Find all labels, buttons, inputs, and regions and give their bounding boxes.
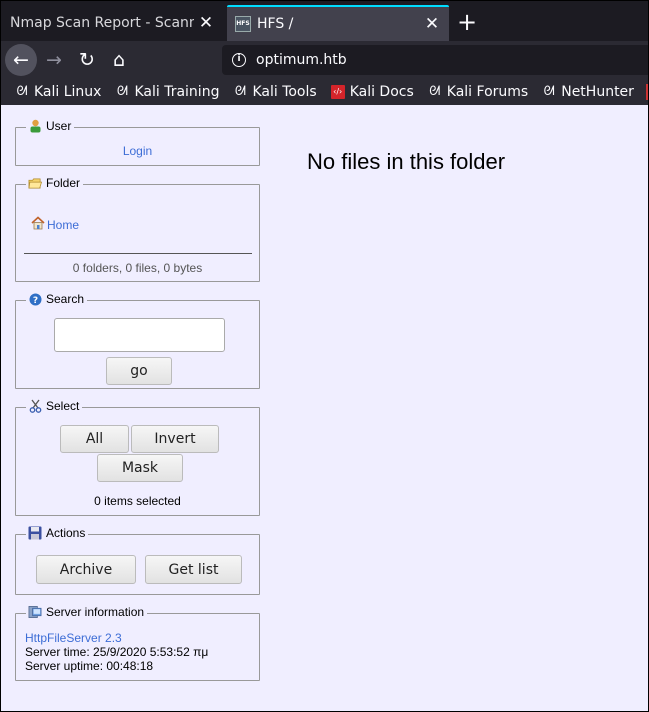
empty-folder-message: No files in this folder (307, 149, 506, 174)
kali-docs-icon: ‹/› (330, 85, 345, 99)
bookmark-kali-forums[interactable]: ᘛ Kali Forums (428, 84, 528, 100)
new-tab-button[interactable]: + (453, 7, 481, 39)
nav-bar: ← → ↻ ⌂ i optimum.htb (1, 41, 648, 79)
server-info-panel: Server information HttpFileServer 2.3 Se… (15, 605, 260, 681)
bookmarks-bar: ᘛ Kali Linux ᘛ Kali Training ᘛ Kali Tool… (1, 79, 648, 105)
tab-hfs[interactable]: HFS HFS / ✕ (227, 5, 449, 41)
search-legend-label: Search (46, 292, 85, 306)
bookmark-kali-training[interactable]: ᘛ Kali Training (115, 84, 220, 100)
svg-text:?: ? (32, 296, 37, 306)
search-legend: ? Search (26, 292, 88, 306)
kali-dragon-icon: ᘛ (429, 84, 441, 99)
mask-button[interactable]: Mask (97, 454, 183, 482)
server-legend-label: Server information (46, 605, 145, 619)
kali-dragon-icon: ᘛ (116, 84, 128, 99)
login-link[interactable]: Login (16, 144, 259, 158)
close-icon[interactable]: ✕ (194, 13, 218, 33)
actions-panel: Actions Archive Get list (15, 526, 260, 595)
tab-nmap-report[interactable]: Nmap Scan Report - Scanned at ✕ (1, 5, 223, 41)
forward-button[interactable]: → (38, 45, 70, 75)
bookmark-label: Kali Linux (34, 84, 102, 100)
browser-window: Nmap Scan Report - Scanned at ✕ HFS HFS … (1, 1, 648, 711)
actions-legend: Actions (26, 526, 89, 540)
go-button[interactable]: go (106, 357, 172, 385)
actions-legend-label: Actions (46, 526, 86, 540)
kali-dragon-icon: ᘛ (16, 84, 28, 99)
archive-button[interactable]: Archive (36, 555, 136, 584)
nethunter-icon: ᘛ (543, 84, 555, 99)
search-input[interactable] (54, 318, 225, 352)
folder-divider (24, 253, 252, 254)
back-button[interactable]: ← (5, 44, 37, 76)
bookmark-label: Kali Docs (349, 84, 414, 100)
hfs-version-link[interactable]: HttpFileServer 2.3 (25, 631, 208, 645)
info-icon[interactable]: i (232, 53, 246, 67)
search-panel: ? Search go (15, 292, 260, 389)
select-legend: Select (26, 399, 83, 413)
server-icon (28, 605, 42, 619)
home-icon (31, 216, 45, 233)
bookmark-kali-tools[interactable]: ᘛ Kali Tools (233, 84, 317, 100)
hfs-page: User Login Folder Home 0 folders, 0 file… (1, 105, 648, 711)
url-bar[interactable]: i optimum.htb (222, 45, 648, 75)
user-icon (28, 119, 42, 133)
overflow-bookmark-icon[interactable] (645, 84, 648, 100)
user-panel: User Login (15, 119, 260, 166)
select-legend-label: Select (46, 399, 80, 413)
bookmark-label: Kali Tools (252, 84, 317, 100)
home-button[interactable]: ⌂ (103, 45, 135, 75)
help-icon: ? (28, 292, 42, 306)
folder-legend-label: Folder (46, 176, 81, 190)
tab-strip: Nmap Scan Report - Scanned at ✕ HFS HFS … (1, 1, 648, 41)
reload-button[interactable]: ↻ (71, 45, 103, 75)
server-info-lines: HttpFileServer 2.3 Server time: 25/9/202… (25, 631, 208, 673)
bookmark-label: Kali Training (134, 84, 220, 100)
tab-title: Nmap Scan Report - Scanned at (10, 15, 194, 31)
selection-status: 0 items selected (94, 494, 181, 508)
user-legend-label: User (46, 119, 72, 133)
server-uptime: Server uptime: 00:48:18 (25, 659, 154, 673)
bookmark-kali-docs[interactable]: ‹/› Kali Docs (330, 84, 414, 100)
kali-dragon-icon: ᘛ (234, 84, 246, 99)
bookmark-kali-linux[interactable]: ᘛ Kali Linux (15, 84, 101, 100)
home-link[interactable]: Home (31, 216, 79, 233)
tab-title: HFS / (257, 16, 294, 32)
select-all-button[interactable]: All (60, 425, 129, 453)
server-legend: Server information (26, 605, 148, 619)
user-legend: User (26, 119, 75, 133)
bookmark-label: Kali Forums (446, 84, 529, 100)
get-list-button[interactable]: Get list (145, 555, 242, 584)
close-icon[interactable]: ✕ (420, 14, 444, 34)
folder-panel: Folder Home 0 folders, 0 files, 0 bytes (15, 176, 260, 282)
home-link-label: Home (47, 217, 80, 232)
folder-icon (28, 176, 42, 190)
scissors-icon (28, 399, 42, 413)
folder-legend: Folder (26, 176, 84, 190)
select-panel: Select All Invert Mask 0 items selected (15, 399, 260, 516)
bookmark-label: NetHunter (561, 84, 634, 100)
invert-selection-button[interactable]: Invert (131, 425, 219, 453)
url-text: optimum.htb (256, 52, 347, 68)
server-time: Server time: 25/9/2020 5:53:52 πμ (25, 645, 209, 659)
floppy-disk-icon (28, 526, 42, 540)
bookmark-nethunter[interactable]: ᘛ NetHunter (542, 84, 634, 100)
folder-stats: 0 folders, 0 files, 0 bytes (72, 261, 203, 275)
hfs-icon: HFS (235, 16, 251, 32)
